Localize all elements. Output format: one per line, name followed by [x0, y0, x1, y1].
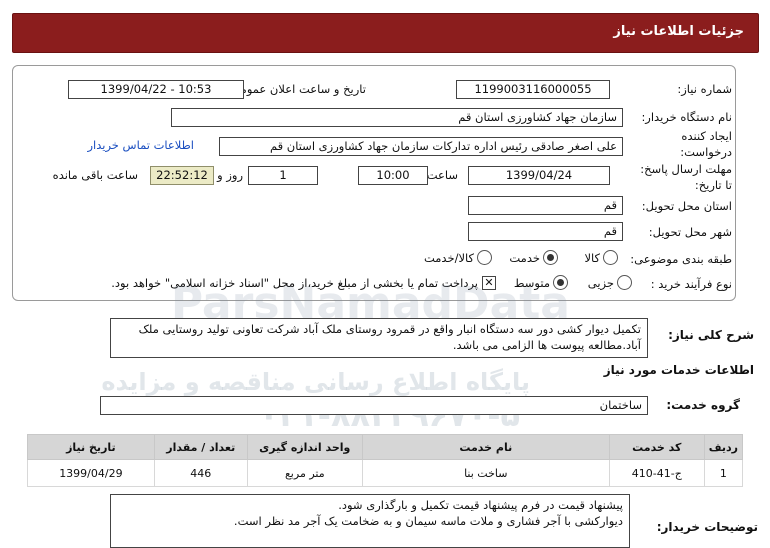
table-header-row: ردیف کد خدمت نام خدمت واحد اندازه گیری ت…: [27, 434, 744, 460]
payment-checkbox[interactable]: ✕: [482, 276, 496, 290]
buyer-notes-line2: دیوارکشی با آجر فشاری و ملات ماسه سیمان …: [233, 514, 623, 528]
province-label: استان محل تحویل:: [641, 199, 732, 213]
page-title: جزئیات اطلاعات نیاز: [613, 24, 744, 39]
service-group-field[interactable]: ساختمان: [100, 396, 648, 415]
announce-date-field[interactable]: 1399/04/22 - 10:53: [68, 80, 244, 99]
page-header: جزئیات اطلاعات نیاز: [12, 13, 759, 53]
remaining-time-label: ساعت باقی مانده: [52, 168, 138, 182]
remaining-time-display: 22:52:12: [150, 166, 214, 185]
col-code: کد خدمت: [608, 434, 705, 460]
summary-text: تکمیل دیوار کشی دور سه دستگاه انبار واقع…: [110, 318, 648, 358]
days-label: روز و: [217, 168, 243, 182]
buyer-notes-line1: پیشنهاد قیمت در فرم پیشنهاد قیمت تکمیل و…: [338, 498, 623, 512]
table-row[interactable]: 1 ج-41-410 ساخت بنا متر مربع 446 1399/04…: [27, 459, 744, 487]
deadline-label-2: تا تاریخ:: [694, 178, 732, 192]
summary-label: شرح کلی نیاز:: [668, 328, 754, 342]
remaining-days-field: 1: [248, 166, 318, 185]
process-option-minor: جزیی: [587, 276, 614, 290]
cell-qty: 446: [153, 459, 248, 487]
col-name: نام خدمت: [361, 434, 610, 460]
process-radio-medium[interactable]: [553, 275, 568, 293]
process-option-medium: متوسط: [513, 276, 550, 290]
category-radio-goods[interactable]: [603, 250, 618, 268]
category-option-goods-service: کالا/خدمت: [423, 251, 474, 265]
services-table: ردیف کد خدمت نام خدمت واحد اندازه گیری ت…: [27, 434, 744, 487]
category-option-goods: کالا: [584, 251, 600, 265]
province-field[interactable]: قم: [468, 196, 623, 215]
deadline-label-1: مهلت ارسال پاسخ:: [640, 162, 732, 176]
cell-row: 1: [703, 459, 744, 487]
city-field[interactable]: قم: [468, 222, 623, 241]
deadline-date-field[interactable]: 1399/04/24: [468, 166, 610, 185]
creator-field[interactable]: علی اصغر صادقی رئیس اداره تدارکات سازمان…: [219, 137, 623, 156]
buyer-org-label: نام دستگاه خریدار:: [641, 110, 732, 124]
creator-label-1: ایجاد کننده: [681, 129, 732, 143]
category-radio-goods-service[interactable]: [477, 250, 492, 268]
announce-date-label: تاریخ و ساعت اعلان عمومی:: [227, 82, 366, 96]
service-group-label: گروه خدمت:: [666, 398, 740, 412]
category-option-service: خدمت: [509, 251, 540, 265]
summary-text-line2: آباد.مطالعه پیوست ها الزامی می باشد.: [452, 338, 641, 352]
cell-code: ج-41-410: [608, 459, 705, 487]
need-number-field[interactable]: 1199003116000055: [456, 80, 610, 99]
process-radio-minor[interactable]: [617, 275, 632, 293]
process-label: نوع فرآیند خرید :: [650, 277, 732, 291]
col-unit: واحد اندازه گیری: [246, 434, 363, 460]
deadline-time-field[interactable]: 10:00: [358, 166, 428, 185]
category-radio-service[interactable]: [543, 250, 558, 268]
buyer-notes-label: توضیحات خریدار:: [656, 520, 758, 534]
buyer-contact-link[interactable]: اطلاعات تماس خریدار: [87, 138, 194, 152]
category-label: طبقه بندی موضوعی:: [630, 252, 732, 266]
city-label: شهر محل تحویل:: [648, 225, 732, 239]
cell-unit: متر مربع: [246, 459, 363, 487]
cell-name: ساخت بنا: [361, 459, 610, 487]
services-section-title: اطلاعات خدمات مورد نیاز: [603, 363, 754, 377]
col-date: تاریخ نیاز: [27, 434, 155, 460]
col-qty: تعداد / مقدار: [153, 434, 248, 460]
cell-date: 1399/04/29: [27, 459, 155, 487]
buyer-org-field[interactable]: سازمان جهاد کشاورزی استان قم: [171, 108, 623, 127]
need-number-label: شماره نیاز:: [677, 82, 732, 96]
deadline-time-label: ساعت: [426, 168, 458, 182]
watermark-line1: پایگاه اطلاع رسانی مناقصه و مزایده: [101, 368, 530, 396]
payment-note: پرداخت تمام یا بخشی از مبلغ خرید،از محل …: [111, 276, 478, 290]
creator-label-2: درخواست:: [680, 145, 732, 159]
summary-text-line1: تکمیل دیوار کشی دور سه دستگاه انبار واقع…: [138, 322, 641, 336]
buyer-notes-text: پیشنهاد قیمت در فرم پیشنهاد قیمت تکمیل و…: [110, 494, 630, 548]
col-row: ردیف: [703, 434, 744, 460]
